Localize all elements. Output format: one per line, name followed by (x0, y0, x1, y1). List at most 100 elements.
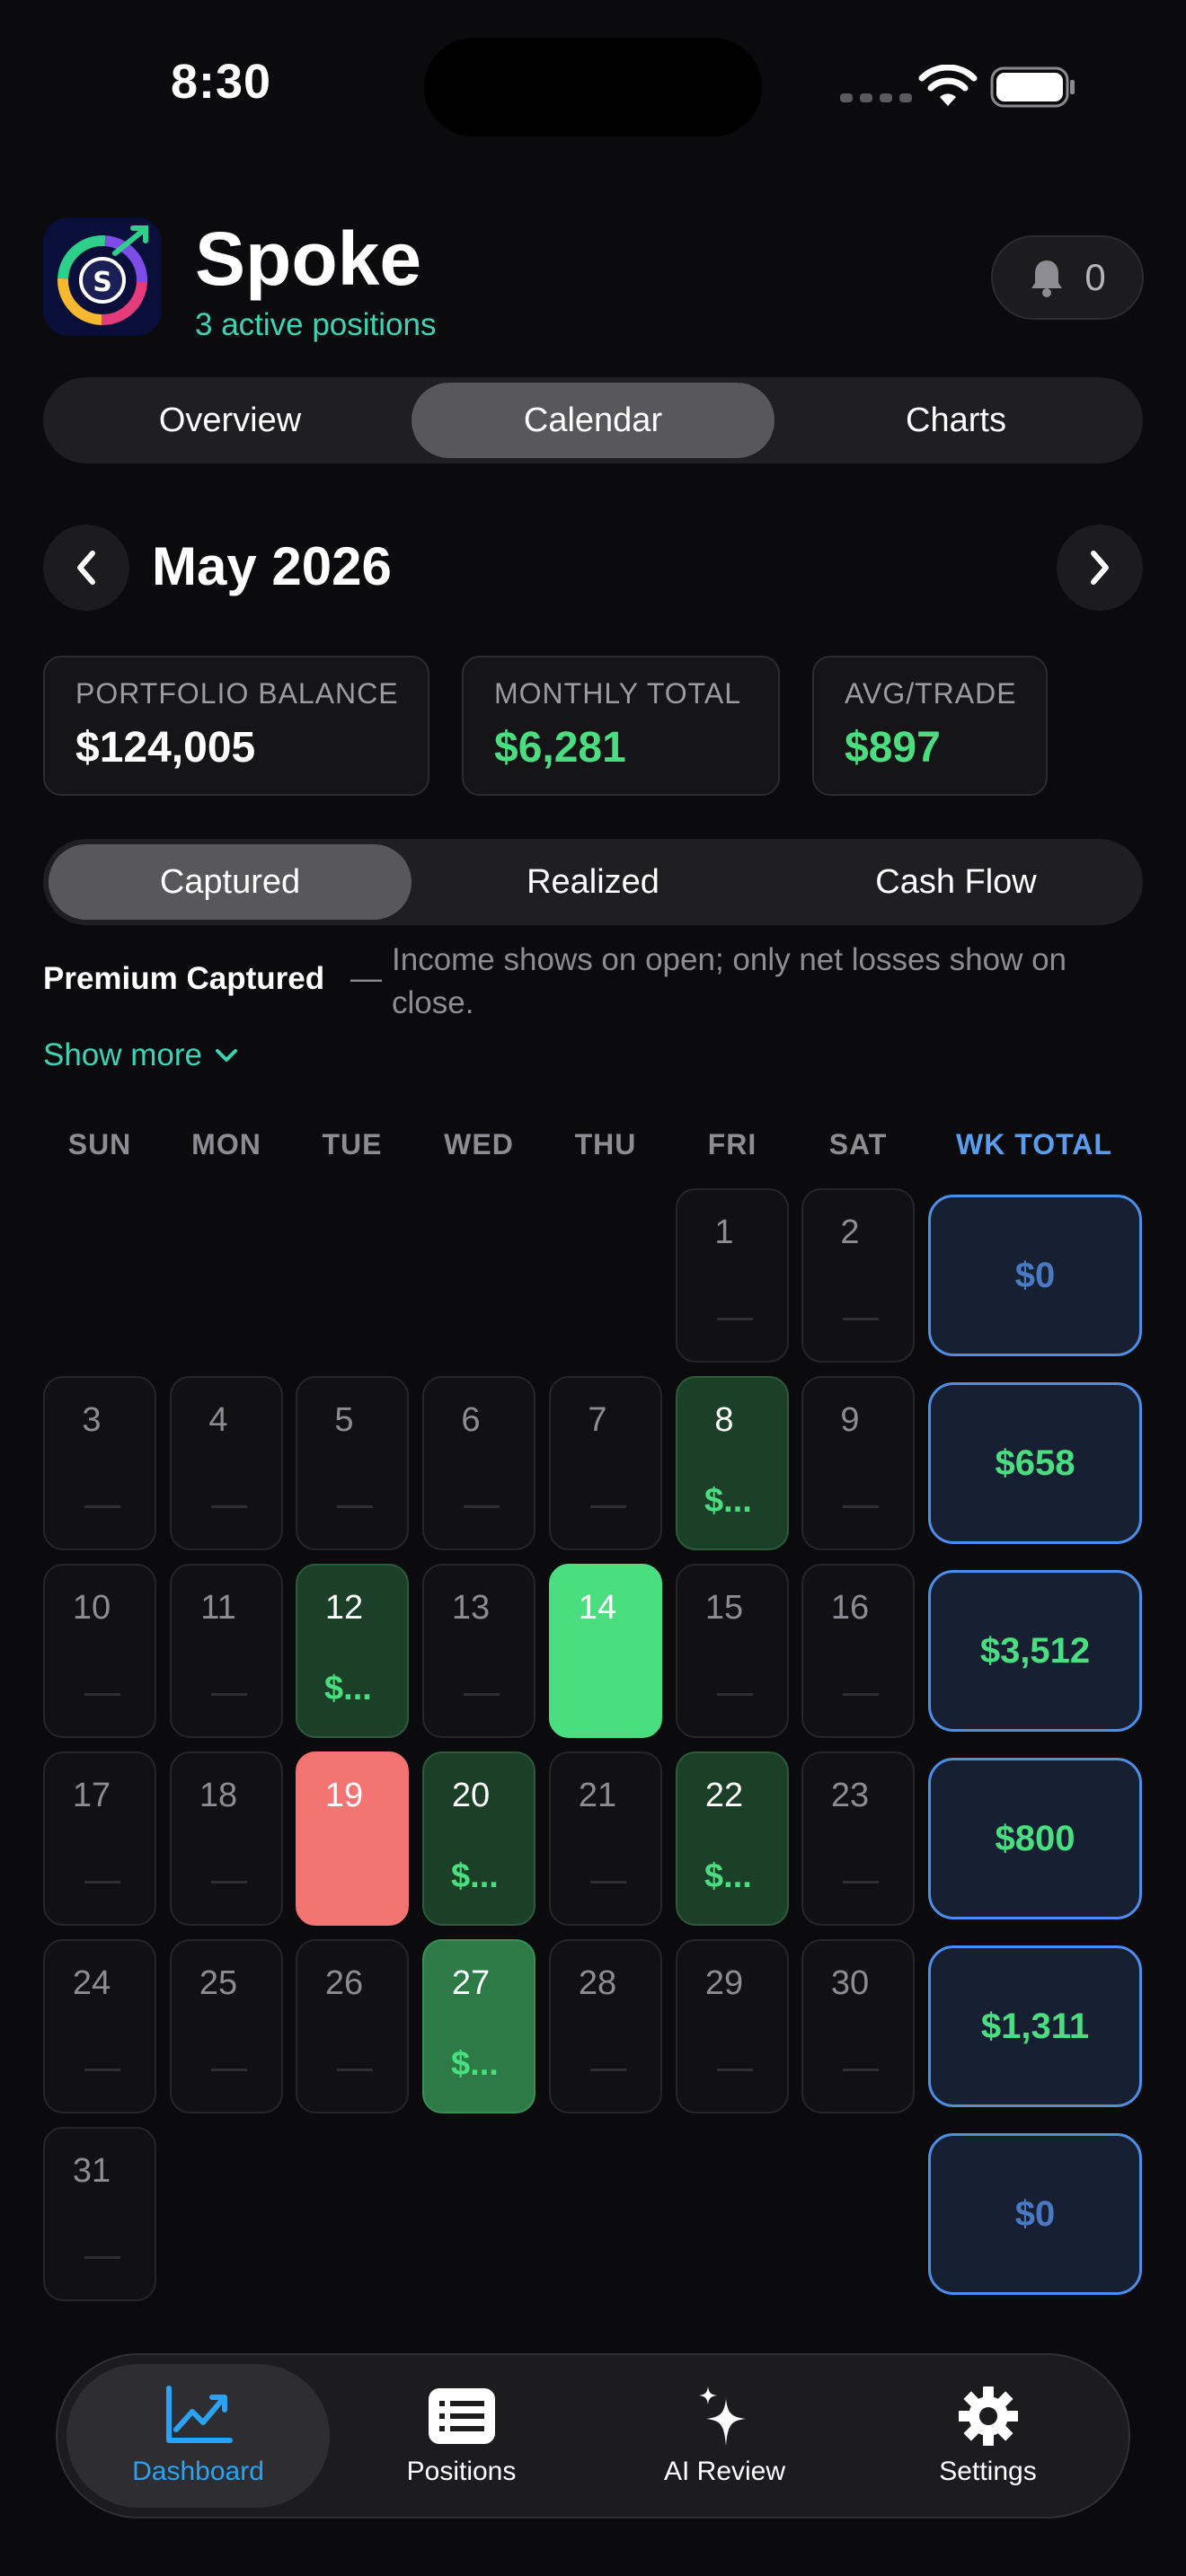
empty-dash (211, 1881, 247, 1883)
week-total-3: $3,512 (928, 1570, 1142, 1732)
stat-value: $897 (845, 724, 941, 772)
sparkles-icon (698, 2386, 746, 2446)
svg-text:S: S (93, 267, 112, 298)
empty-dash (464, 1505, 500, 1508)
calendar-day-4[interactable]: 4 (170, 1376, 283, 1550)
calendar-day-11[interactable]: 11 (170, 1564, 283, 1738)
calendar-day-24[interactable]: 24 (43, 1939, 156, 2113)
description-title: Premium Captured (43, 961, 325, 996)
day-amount: $... (324, 1670, 372, 1707)
show-more-label: Show more (43, 1037, 203, 1072)
stat-label: AVG/TRADE (845, 677, 1017, 710)
avg-trade-card: AVG/TRADE $897 (812, 656, 1048, 796)
tab-calendar[interactable]: Calendar (412, 383, 774, 458)
calendar-day-17[interactable]: 17 (43, 1751, 156, 1926)
day-number: 27 (451, 1964, 491, 2002)
calendar-day-13[interactable]: 13 (422, 1564, 535, 1738)
calendar-day-31[interactable]: 31 (43, 2127, 156, 2301)
calendar-day-25[interactable]: 25 (170, 1939, 283, 2113)
calendar-day-1[interactable]: 1 (676, 1188, 789, 1363)
calendar-day-2[interactable]: 2 (801, 1188, 915, 1363)
empty-dash (590, 1505, 626, 1508)
tabbar-ai-review[interactable]: AI Review (593, 2364, 856, 2508)
app-logo: S (43, 217, 162, 336)
calendar-day-19[interactable]: 19 (296, 1751, 409, 1926)
day-number: 9 (840, 1401, 860, 1439)
calendar-day-29[interactable]: 29 (676, 1939, 789, 2113)
tab-overview[interactable]: Overview (49, 383, 412, 458)
chevron-down-icon (216, 1049, 238, 1062)
list-icon (428, 2388, 495, 2444)
portfolio-balance-card: PORTFOLIO BALANCE $124,005 (43, 656, 429, 796)
day-amount: $... (704, 1857, 752, 1895)
calendar-day-28[interactable]: 28 (549, 1939, 662, 2113)
tab-captured[interactable]: Captured (49, 844, 412, 920)
day-number: 1 (714, 1213, 734, 1251)
calendar-day-23[interactable]: 23 (801, 1751, 915, 1926)
day-number: 2 (840, 1213, 860, 1251)
calendar-day-22[interactable]: 22 $... (676, 1751, 789, 1926)
empty-dash (717, 2069, 753, 2071)
dynamic-island (424, 38, 762, 137)
tabbar-settings[interactable]: Settings (856, 2364, 1120, 2508)
next-month-button[interactable] (1057, 525, 1143, 611)
tab-realized[interactable]: Realized (412, 844, 774, 920)
main-tab-bar: Overview Calendar Charts (43, 377, 1143, 463)
weekday-mon: MON (191, 1128, 261, 1160)
day-number: 8 (714, 1401, 734, 1439)
empty-dash (84, 2069, 120, 2071)
day-number: 3 (82, 1401, 102, 1439)
tab-charts[interactable]: Charts (774, 383, 1137, 458)
day-number: 29 (704, 1964, 744, 2002)
day-number: 7 (588, 1401, 607, 1439)
tabbar-positions[interactable]: Positions (330, 2364, 593, 2508)
calendar-day-6[interactable]: 6 (422, 1376, 535, 1550)
description-dash: — (350, 961, 382, 996)
notifications-button[interactable]: 0 (991, 235, 1144, 320)
calendar-day-16[interactable]: 16 (801, 1564, 915, 1738)
weekday-sun: SUN (67, 1128, 132, 1160)
battery-icon (990, 66, 1075, 108)
day-amount: $... (704, 1482, 752, 1520)
empty-dash (84, 1505, 120, 1508)
calendar-day-8[interactable]: 8 $... (676, 1376, 789, 1550)
day-number: 13 (451, 1589, 491, 1627)
calendar-day-26[interactable]: 26 (296, 1939, 409, 2113)
calendar-day-5[interactable]: 5 (296, 1376, 409, 1550)
weekday-fri: FRI (707, 1128, 757, 1160)
calendar-day-10[interactable]: 10 (43, 1564, 156, 1738)
day-number: 19 (324, 1777, 364, 1814)
tabbar-dashboard[interactable]: Dashboard (66, 2364, 330, 2508)
empty-dash (337, 1505, 373, 1508)
calendar-day-18[interactable]: 18 (170, 1751, 283, 1926)
calendar-day-3[interactable]: 3 (43, 1376, 156, 1550)
week-total-2: $658 (928, 1382, 1142, 1544)
calendar-day-27[interactable]: 27 $... (422, 1939, 535, 2113)
day-number: 18 (199, 1777, 238, 1814)
calendar-day-15[interactable]: 15 (676, 1564, 789, 1738)
empty-dash (211, 2069, 247, 2071)
mode-tab-bar: Captured Realized Cash Flow (43, 839, 1143, 925)
empty-dash (211, 1693, 247, 1696)
tabbar-label: Dashboard (132, 2457, 264, 2486)
week-total-1: $0 (928, 1195, 1142, 1356)
calendar-day-12[interactable]: 12 $... (296, 1564, 409, 1738)
day-number: 30 (830, 1964, 870, 2002)
calendar-day-14[interactable]: 14 (549, 1564, 662, 1738)
empty-dash (717, 1693, 753, 1696)
calendar-day-9[interactable]: 9 (801, 1376, 915, 1550)
calendar-day-20[interactable]: 20 $... (422, 1751, 535, 1926)
wifi-icon (918, 65, 978, 106)
monthly-total-card: MONTHLY TOTAL $6,281 (462, 656, 780, 796)
chevron-left-icon (77, 551, 95, 585)
calendar-day-30[interactable]: 30 (801, 1939, 915, 2113)
tab-cash-flow[interactable]: Cash Flow (774, 844, 1137, 920)
empty-dash (843, 1881, 879, 1883)
day-number: 31 (72, 2152, 111, 2190)
previous-month-button[interactable] (43, 525, 129, 611)
calendar-day-21[interactable]: 21 (549, 1751, 662, 1926)
day-number: 23 (830, 1777, 870, 1814)
stat-value: $124,005 (75, 724, 256, 772)
calendar-day-7[interactable]: 7 (549, 1376, 662, 1550)
show-more-button[interactable]: Show more (43, 1037, 238, 1073)
